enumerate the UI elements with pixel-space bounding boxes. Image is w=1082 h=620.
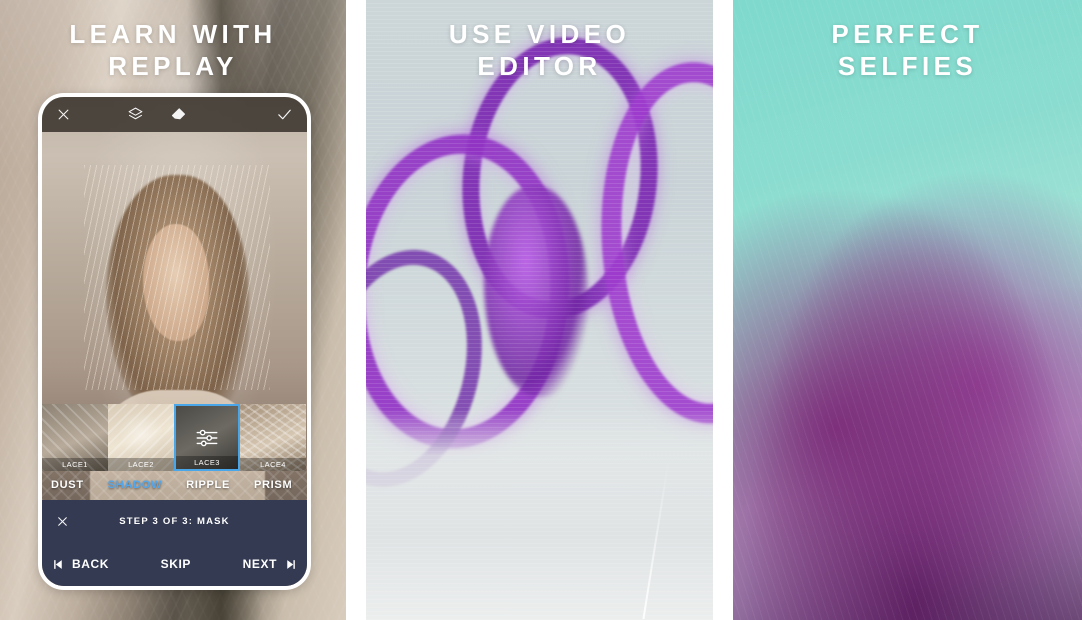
tab-prism[interactable]: PRISM <box>254 479 292 491</box>
headline-line-1: USE VIDEO <box>448 19 631 49</box>
headline-line-1: PERFECT <box>831 19 984 49</box>
eraser-icon[interactable] <box>170 106 187 123</box>
filter-thumbnail-strip[interactable]: LACE1 LACE2 LACE3 LACE4 <box>42 404 307 471</box>
phone-mockup-1: LACE1 LACE2 LACE3 LACE4 DUST SHADOW RIPP… <box>38 93 311 590</box>
editor-top-toolbar-1 <box>42 97 307 132</box>
tab-shadow[interactable]: SHADOW <box>108 479 162 491</box>
promo-panel-use-video-editor: USE VIDEO EDITOR <box>366 0 713 620</box>
layers-icon[interactable] <box>127 106 144 123</box>
hair-wisp-texture <box>733 0 1082 620</box>
close-icon[interactable] <box>56 107 71 122</box>
tutorial-next-label: NEXT <box>242 557 277 571</box>
headline-line-2: SELFIES <box>837 51 978 81</box>
headline-line-1: LEARN WITH <box>69 19 277 49</box>
promo-panel-perfect-selfies: PERFECT SELFIES <box>733 0 1082 620</box>
tab-dust[interactable]: DUST <box>51 479 84 491</box>
headline-line-2: EDITOR <box>477 51 602 81</box>
panel-3-background <box>733 0 1082 620</box>
next-icon <box>287 559 295 569</box>
panel-2-background <box>366 0 713 620</box>
headline-line-2: REPLAY <box>108 51 238 81</box>
app-store-screenshot-gallery: LEARN WITH REPLAY LACE1 LACE2 LACE3 LACE… <box>0 0 1082 620</box>
scanline-texture <box>366 0 713 620</box>
filter-thumbnail[interactable]: LACE1 <box>42 404 108 471</box>
tutorial-skip-button[interactable]: SKIP <box>161 557 191 571</box>
previous-icon <box>54 559 62 569</box>
tutorial-overlay: STEP 3 OF 3: MASK BACK SKIP NEXT <box>42 500 307 586</box>
thumbnail-label: LACE2 <box>108 458 174 471</box>
phone-1-screen: LACE1 LACE2 LACE3 LACE4 DUST SHADOW RIPP… <box>42 97 307 586</box>
tutorial-back-button[interactable]: BACK <box>52 557 109 571</box>
panel-3-headline: PERFECT SELFIES <box>733 18 1082 82</box>
thumbnail-label: LACE3 <box>176 456 238 469</box>
filter-thumbnail[interactable]: LACE2 <box>108 404 174 471</box>
tutorial-close-icon[interactable] <box>56 515 69 528</box>
panel-2-headline: USE VIDEO EDITOR <box>366 18 713 82</box>
tutorial-step-text: STEP 3 OF 3: MASK <box>119 515 230 527</box>
thumbnail-label: LACE1 <box>42 458 108 471</box>
tutorial-next-button[interactable]: NEXT <box>243 557 297 571</box>
thumbnail-label: LACE4 <box>240 458 306 471</box>
filter-thumbnail-selected[interactable]: LACE3 <box>174 404 240 471</box>
sliders-icon <box>194 425 220 451</box>
tab-ripple[interactable]: RIPPLE <box>186 479 230 491</box>
filter-thumbnail[interactable]: LACE4 <box>240 404 306 471</box>
promo-panel-learn-with-replay: LEARN WITH REPLAY LACE1 LACE2 LACE3 LACE… <box>0 0 346 620</box>
panel-1-headline: LEARN WITH REPLAY <box>0 18 346 82</box>
tutorial-actions: BACK SKIP NEXT <box>42 542 307 586</box>
tutorial-header: STEP 3 OF 3: MASK <box>42 500 307 542</box>
hair-streak-overlay <box>84 165 270 391</box>
check-icon[interactable] <box>276 106 293 123</box>
filter-category-tabs[interactable]: DUST SHADOW RIPPLE PRISM LIG <box>42 472 307 498</box>
tutorial-back-label: BACK <box>72 557 110 571</box>
